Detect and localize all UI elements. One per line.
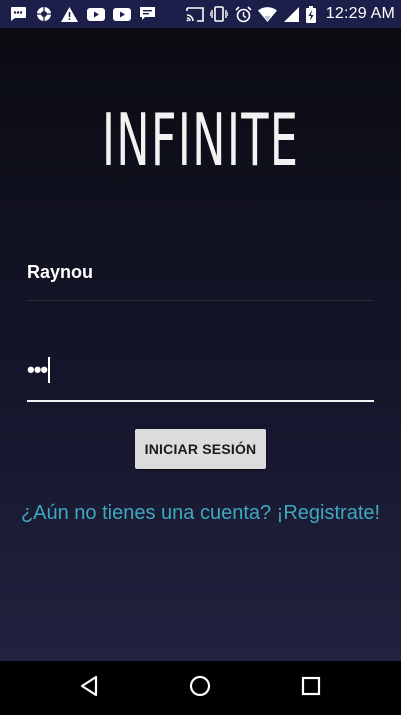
username-field[interactable]: Raynou <box>27 256 374 306</box>
youtube-icon <box>112 6 131 22</box>
battery-charging-icon <box>306 5 317 23</box>
text-cursor <box>48 357 50 383</box>
cast-icon <box>186 6 205 22</box>
recent-apps-icon <box>301 676 321 701</box>
navigation-bar <box>0 661 401 715</box>
system-icons: 12:29 AM <box>186 5 395 23</box>
notification-icons <box>8 6 157 22</box>
phone-screen: 12:29 AM INFINITE Raynou ••• INICIAR SES… <box>0 0 401 715</box>
username-underline <box>27 300 374 301</box>
login-button[interactable]: INICIAR SESIÓN <box>135 429 266 469</box>
status-clock: 12:29 AM <box>325 5 395 22</box>
alarm-icon <box>234 5 253 22</box>
wifi-icon <box>257 6 277 22</box>
cell-signal-icon <box>282 6 301 22</box>
vibrate-icon <box>210 6 229 22</box>
youtube-icon <box>86 6 105 22</box>
app-logo: INFINITE <box>101 98 300 182</box>
password-value: ••• <box>27 357 48 382</box>
chat-icon <box>138 6 157 22</box>
recent-apps-button[interactable] <box>281 661 341 715</box>
login-screen: INFINITE Raynou ••• INICIAR SESIÓN ¿Aún … <box>0 28 401 661</box>
camera-aperture-icon <box>34 6 53 22</box>
status-bar: 12:29 AM <box>0 0 401 28</box>
password-underline <box>27 400 374 402</box>
back-button[interactable] <box>59 661 119 715</box>
register-link[interactable]: ¿Aún no tienes una cuenta? ¡Registrate! <box>0 502 401 525</box>
messages-icon <box>8 6 27 22</box>
warning-icon <box>60 6 79 22</box>
password-field[interactable]: ••• <box>27 353 374 405</box>
username-value: Raynou <box>27 262 94 282</box>
home-button[interactable] <box>170 661 230 715</box>
home-icon <box>189 675 211 702</box>
back-icon <box>79 675 99 702</box>
